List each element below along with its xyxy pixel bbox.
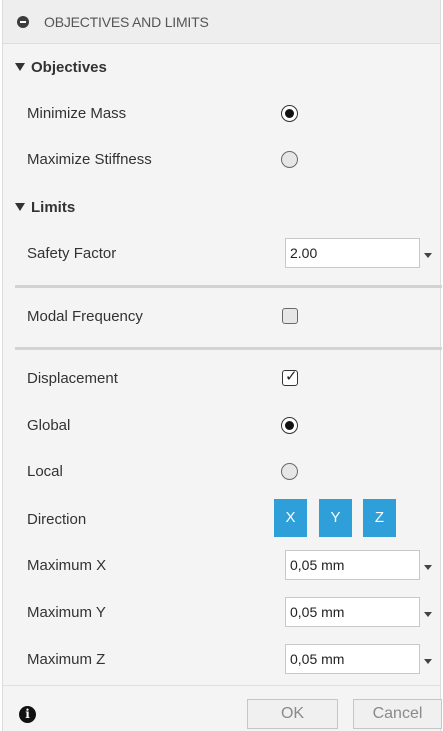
direction-z-button[interactable]: Z [363,499,396,537]
objectives-title: Objectives [31,59,107,76]
maximum-x-label: Maximum X [27,557,107,574]
panel-header[interactable]: OBJECTIVES AND LIMITS [3,0,440,44]
cancel-button[interactable]: Cancel [353,699,442,729]
direction-label: Direction [27,511,87,528]
divider [15,347,442,350]
triangle-down-icon [15,203,25,211]
local-radio[interactable] [281,463,298,480]
checkmark-icon: ✓ [285,368,298,385]
objectives-and-limits-panel: OBJECTIVES AND LIMITS Objectives Minimiz… [2,0,442,731]
ok-button[interactable]: OK [247,699,338,729]
maximize-stiffness-radio[interactable] [281,151,298,168]
modal-frequency-label: Modal Frequency [27,308,143,325]
maximum-y-dropdown-icon[interactable] [424,612,432,617]
info-icon[interactable]: i [19,706,36,723]
footer-divider [3,685,440,686]
displacement-checkbox[interactable]: ✓ [282,368,298,386]
triangle-down-icon [15,63,25,71]
minimize-mass-label: Minimize Mass [27,105,127,122]
limits-group-header[interactable]: Limits [15,199,75,216]
displacement-label: Displacement [27,370,118,387]
maximum-z-label: Maximum Z [27,651,106,668]
local-label: Local [27,463,63,480]
direction-y-button[interactable]: Y [319,499,352,537]
direction-x-button[interactable]: X [274,499,307,537]
global-radio[interactable] [281,417,298,434]
divider [15,285,442,288]
collapse-icon[interactable] [17,16,29,28]
maximum-x-input[interactable]: 0,05 mm [285,550,420,580]
objectives-group-header[interactable]: Objectives [15,59,107,76]
safety-factor-dropdown-icon[interactable] [424,253,432,258]
maximize-stiffness-label: Maximize Stiffness [27,151,152,168]
safety-factor-input[interactable]: 2.00 [285,238,420,268]
maximum-x-dropdown-icon[interactable] [424,565,432,570]
maximum-z-input[interactable]: 0,05 mm [285,644,420,674]
modal-frequency-checkbox[interactable] [282,308,298,324]
panel-title: OBJECTIVES AND LIMITS [44,14,209,30]
maximum-y-input[interactable]: 0,05 mm [285,597,420,627]
global-label: Global [27,417,71,434]
limits-title: Limits [31,199,76,216]
maximum-y-label: Maximum Y [27,604,106,621]
safety-factor-label: Safety Factor [27,245,117,262]
maximum-z-dropdown-icon[interactable] [424,659,432,664]
minimize-mass-radio[interactable] [281,105,298,122]
